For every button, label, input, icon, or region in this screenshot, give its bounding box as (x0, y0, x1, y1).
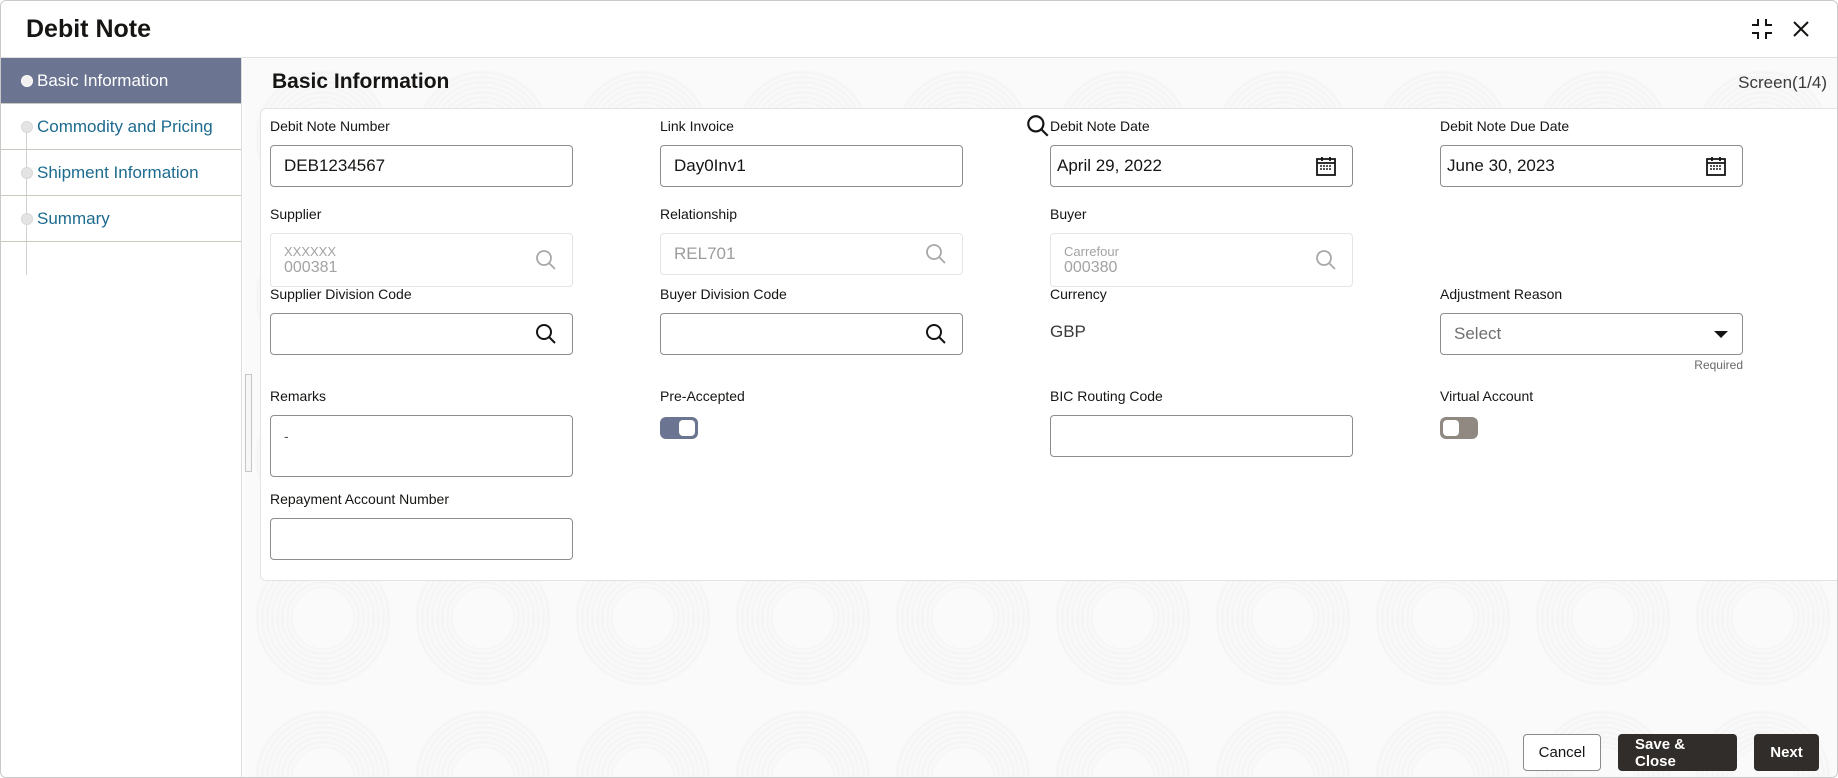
field-label: Supplier Division Code (270, 286, 412, 302)
currency-field: Currency GBP (1050, 284, 1353, 342)
pre-accepted-field: Pre-Accepted (660, 386, 963, 439)
step-dot-icon (21, 212, 33, 225)
field-label: Debit Note Date (1050, 118, 1150, 134)
required-helper-text: Required (1694, 358, 1743, 372)
virtual-account-field: Virtual Account (1440, 386, 1743, 439)
sidebar-item-label: Basic Information (37, 70, 169, 90)
input-value: June 30, 2023 (1447, 156, 1555, 175)
buyer-code: 000380 (1064, 258, 1118, 276)
debit-note-date-field: Debit Note Date April 29, 2022 (1050, 116, 1353, 187)
input-value: April 29, 2022 (1057, 156, 1162, 175)
dialog-footer: Cancel Save & Close Next (1523, 734, 1819, 771)
relationship-field: Relationship REL701 (660, 204, 963, 275)
sidebar-item-summary[interactable]: Summary (1, 196, 241, 242)
search-icon[interactable] (924, 322, 948, 346)
debit-note-number-input[interactable]: DEB1234567 (270, 145, 573, 187)
basic-information-form: Debit Note Number DEB1234567 Link Invoic… (260, 108, 1837, 581)
field-label: Currency (1050, 286, 1107, 302)
buyer-name: Carrefour (1064, 243, 1119, 259)
train-navigation: Basic Information Commodity and Pricing … (1, 58, 242, 777)
cancel-button[interactable]: Cancel (1523, 734, 1601, 771)
supplier-name: XXXXXX (284, 243, 337, 259)
link-invoice-input[interactable]: Day0Inv1 (660, 145, 963, 187)
bic-routing-code-field: BIC Routing Code (1050, 386, 1353, 457)
sidebar-item-label: Commodity and Pricing (37, 116, 213, 136)
select-placeholder: Select (1454, 324, 1502, 343)
dialog-title: Debit Note (26, 15, 151, 43)
search-icon[interactable] (1314, 248, 1338, 272)
sidebar-item-label: Shipment Information (37, 162, 199, 182)
field-label: Supplier (270, 206, 322, 222)
field-label: BIC Routing Code (1050, 388, 1163, 404)
step-dot-icon (21, 74, 33, 87)
link-invoice-search-icon[interactable] (1025, 113, 1051, 139)
toggle-knob (1443, 420, 1459, 436)
supplier-field: Supplier XXXXXX 000381 (270, 204, 573, 287)
field-label: Remarks (270, 388, 327, 404)
field-label: Buyer (1050, 206, 1087, 222)
dialog-header: Debit Note (1, 1, 1837, 58)
field-label: Relationship (660, 206, 738, 222)
calendar-icon[interactable] (1704, 154, 1728, 178)
repayment-account-number-input[interactable] (270, 518, 573, 560)
link-invoice-field: Link Invoice Day0Inv1 (660, 116, 963, 187)
search-icon[interactable] (534, 248, 558, 272)
field-label: Virtual Account (1440, 388, 1534, 404)
step-dot-icon (21, 166, 33, 179)
calendar-icon[interactable] (1314, 154, 1338, 178)
remarks-field: Remarks - (270, 386, 573, 477)
buyer-input[interactable]: Carrefour 000380 (1050, 233, 1353, 287)
input-value: Day0Inv1 (674, 156, 746, 175)
input-value: REL701 (674, 244, 736, 263)
collapse-icon[interactable] (1750, 17, 1774, 41)
virtual-account-toggle[interactable] (1440, 417, 1478, 439)
debit-note-number-field: Debit Note Number DEB1234567 (270, 116, 573, 187)
debit-note-due-date-input[interactable]: June 30, 2023 (1440, 145, 1743, 187)
sidebar-item-commodity-and-pricing[interactable]: Commodity and Pricing (1, 104, 241, 150)
debit-note-dialog: Debit Note Basic Information Commodity a… (0, 0, 1838, 778)
adjustment-reason-field: Adjustment Reason Select Required (1440, 284, 1743, 372)
chevron-down-icon[interactable] (1714, 331, 1728, 338)
next-button[interactable]: Next (1754, 734, 1819, 771)
sidebar-item-label: Summary (37, 208, 110, 228)
currency-value: GBP (1050, 322, 1086, 341)
supplier-code: 000381 (284, 258, 338, 276)
field-label: Debit Note Due Date (1440, 118, 1570, 134)
sidebar-item-shipment-information[interactable]: Shipment Information (1, 150, 241, 196)
screen-indicator: Screen(1/4) (1738, 73, 1827, 92)
buyer-field: Buyer Carrefour 000380 (1050, 204, 1353, 287)
search-icon[interactable] (534, 322, 558, 346)
field-label: Link Invoice (660, 118, 734, 134)
debit-note-date-input[interactable]: April 29, 2022 (1050, 145, 1353, 187)
supplier-division-code-field: Supplier Division Code (270, 284, 573, 355)
field-label: Pre-Accepted (660, 388, 745, 404)
buyer-division-code-input[interactable] (660, 313, 963, 355)
field-label: Adjustment Reason (1440, 286, 1563, 302)
toggle-knob (679, 420, 695, 436)
buyer-division-code-field: Buyer Division Code (660, 284, 963, 355)
search-icon[interactable] (924, 242, 948, 266)
remarks-textarea[interactable]: - (270, 415, 573, 477)
field-label: Repayment Account Number (270, 491, 449, 507)
input-value: - (284, 428, 289, 444)
adjustment-reason-select[interactable]: Select (1440, 313, 1743, 355)
debit-note-due-date-field: Debit Note Due Date June 30, 2023 (1440, 116, 1743, 187)
bic-routing-code-input[interactable] (1050, 415, 1353, 457)
field-label: Buyer Division Code (660, 286, 787, 302)
pre-accepted-toggle[interactable] (660, 417, 698, 439)
section-title: Basic Information (272, 70, 450, 93)
scrollbar[interactable] (245, 374, 252, 472)
step-dot-icon (21, 120, 33, 133)
close-icon[interactable] (1789, 17, 1813, 41)
input-value: DEB1234567 (284, 156, 386, 175)
main-content: Basic Information Screen(1/4) Debit Note… (243, 58, 1837, 777)
supplier-input[interactable]: XXXXXX 000381 (270, 233, 573, 287)
sidebar-item-basic-information[interactable]: Basic Information (1, 58, 241, 104)
field-label: Debit Note Number (270, 118, 390, 134)
save-and-close-button[interactable]: Save & Close (1618, 734, 1737, 771)
relationship-input[interactable]: REL701 (660, 233, 963, 275)
supplier-division-code-input[interactable] (270, 313, 573, 355)
repayment-account-number-field: Repayment Account Number (270, 489, 573, 560)
